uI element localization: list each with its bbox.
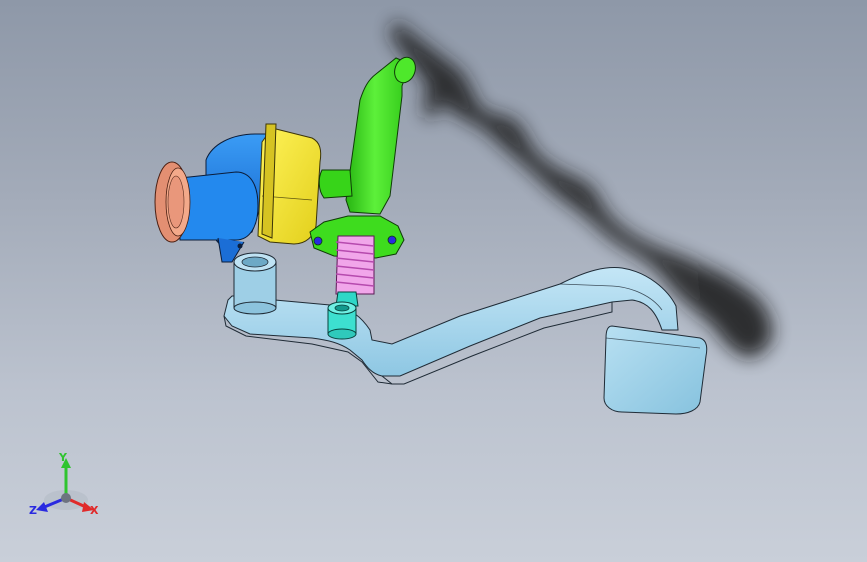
- return-spring[interactable]: [335, 235, 375, 295]
- assembly-scene[interactable]: [0, 0, 867, 562]
- mounting-flange[interactable]: [154, 161, 191, 243]
- graphics-viewport[interactable]: Y Z X: [0, 0, 867, 562]
- pedal-pad[interactable]: [603, 325, 708, 415]
- reservoir-body[interactable]: [257, 123, 322, 245]
- master-cylinder[interactable]: [309, 54, 419, 259]
- triad-origin: [61, 493, 71, 503]
- triad-x-label: X: [90, 504, 99, 517]
- booster-housing[interactable]: [179, 133, 273, 263]
- triad-y-label: Y: [59, 451, 67, 464]
- pivot-bushing[interactable]: [233, 252, 277, 315]
- push-rod-clevis[interactable]: [327, 291, 359, 340]
- triad-z-label: Z: [29, 504, 37, 517]
